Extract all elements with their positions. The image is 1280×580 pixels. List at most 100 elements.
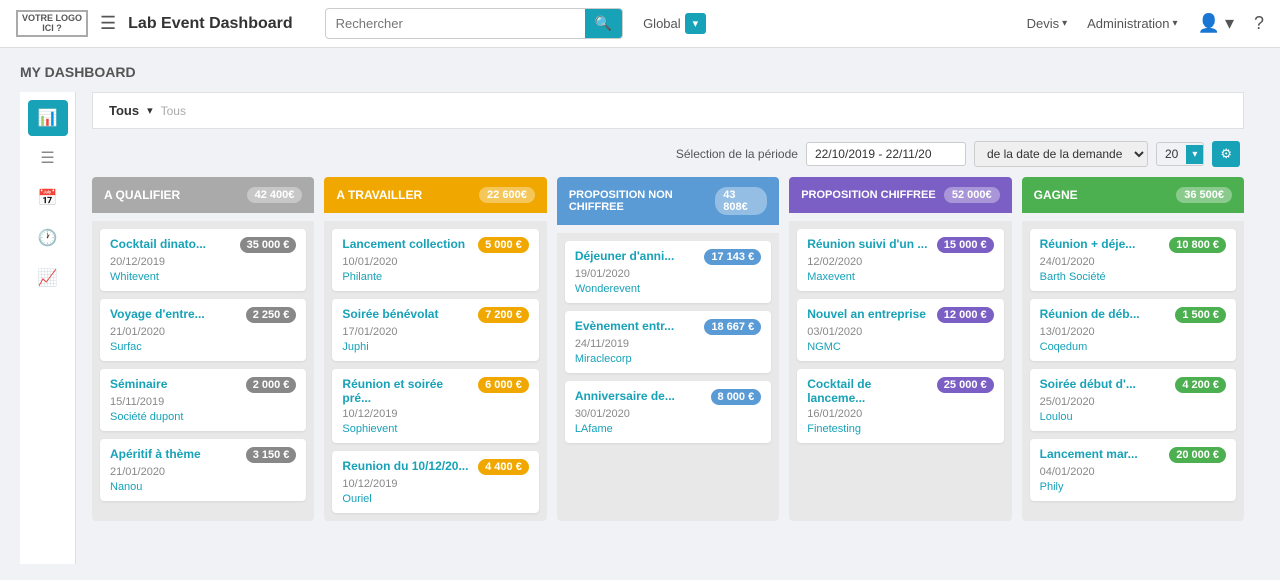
card-amount: 12 000 € — [937, 307, 994, 323]
card-amount: 3 150 € — [246, 447, 297, 463]
col-total-gagne: 36 500€ — [1176, 187, 1232, 203]
card-amount: 2 250 € — [246, 307, 297, 323]
card-date: 20/12/2019 — [110, 256, 296, 268]
card-title[interactable]: Voyage d'entre... — [110, 307, 240, 321]
card-amount: 2 000 € — [246, 377, 297, 393]
card-company[interactable]: Miraclecorp — [575, 353, 761, 365]
card-title[interactable]: Soirée début d'... — [1040, 377, 1170, 391]
card-amount: 18 667 € — [704, 319, 761, 335]
card-title[interactable]: Déjeuner d'anni... — [575, 249, 699, 263]
card-company[interactable]: Société dupont — [110, 411, 296, 423]
card-company[interactable]: Loulou — [1040, 411, 1226, 423]
user-icon[interactable]: 👤 ▾ — [1198, 13, 1234, 34]
card-company[interactable]: Finetesting — [807, 423, 993, 435]
kanban-col-gagne: GAGNE 36 500€ Réunion + déje... 10 800 €… — [1022, 177, 1244, 521]
help-icon[interactable]: ? — [1254, 13, 1264, 34]
card-date: 10/12/2019 — [342, 408, 528, 420]
card-amount: 5 000 € — [478, 237, 529, 253]
card-title[interactable]: Réunion et soirée pré... — [342, 377, 472, 405]
card-date: 24/11/2019 — [575, 338, 761, 350]
card-title[interactable]: Nouvel an entreprise — [807, 307, 931, 321]
card-amount: 10 800 € — [1169, 237, 1226, 253]
card-date: 25/01/2020 — [1040, 396, 1226, 408]
card-date: 19/01/2020 — [575, 268, 761, 280]
main-layout: 📊 ☰ 📅 🕐 📈 Tous ▾ Tous Sélection de la pé… — [20, 92, 1260, 564]
card-company[interactable]: Nanou — [110, 481, 296, 493]
card-company[interactable]: Surfac — [110, 341, 296, 353]
card-amount: 1 500 € — [1175, 307, 1226, 323]
hamburger-icon[interactable]: ☰ — [100, 13, 116, 34]
card-title[interactable]: Séminaire — [110, 377, 240, 391]
card-title[interactable]: Evènement entr... — [575, 319, 699, 333]
card-title[interactable]: Apéritif à thème — [110, 447, 240, 461]
app-title: Lab Event Dashboard — [128, 15, 292, 33]
card-company[interactable]: NGMC — [807, 341, 993, 353]
card-title[interactable]: Anniversaire de... — [575, 389, 705, 403]
card-top: Cocktail de lanceme... 25 000 € — [807, 377, 993, 405]
card-title[interactable]: Lancement mar... — [1040, 447, 1164, 461]
filter-sub-label: Tous — [161, 104, 186, 118]
card-top: Cocktail dinato... 35 000 € — [110, 237, 296, 253]
period-date-input[interactable] — [806, 142, 966, 166]
sidebar-item-menu[interactable]: ☰ — [28, 140, 68, 176]
card-date: 04/01/2020 — [1040, 466, 1226, 478]
filter-active-label: Tous — [109, 103, 139, 118]
card-qualifier-2: Séminaire 2 000 € 15/11/2019 Société dup… — [100, 369, 306, 431]
col-body-non-chiffree: Déjeuner d'anni... 17 143 € 19/01/2020 W… — [557, 233, 779, 521]
card-title[interactable]: Réunion de déb... — [1040, 307, 1170, 321]
period-count-arrow[interactable]: ▾ — [1186, 145, 1203, 164]
card-company[interactable]: Sophievent — [342, 423, 528, 435]
card-top: Réunion + déje... 10 800 € — [1040, 237, 1226, 253]
col-title-qualifier: A QUALIFIER — [104, 188, 180, 202]
nav-administration[interactable]: Administration ▾ — [1087, 16, 1177, 31]
kanban-col-chiffree: PROPOSITION CHIFFREE 52 000€ Réunion sui… — [789, 177, 1011, 521]
card-date: 16/01/2020 — [807, 408, 993, 420]
col-title-travailler: A TRAVAILLER — [336, 188, 422, 202]
sidebar-item-calendar[interactable]: 📅 — [28, 180, 68, 216]
card-company[interactable]: Juphi — [342, 341, 528, 353]
card-top: Soirée début d'... 4 200 € — [1040, 377, 1226, 393]
card-company[interactable]: LAfame — [575, 423, 761, 435]
card-date: 17/01/2020 — [342, 326, 528, 338]
card-title[interactable]: Cocktail de lanceme... — [807, 377, 931, 405]
card-title[interactable]: Soirée bénévolat — [342, 307, 472, 321]
card-company[interactable]: Philante — [342, 271, 528, 283]
card-top: Anniversaire de... 8 000 € — [575, 389, 761, 405]
card-title[interactable]: Lancement collection — [342, 237, 472, 251]
card-date: 13/01/2020 — [1040, 326, 1226, 338]
period-num-wrap: 20 ▾ — [1156, 142, 1204, 166]
col-total-non-chiffree: 43 808€ — [715, 187, 767, 215]
card-company[interactable]: Phily — [1040, 481, 1226, 493]
card-company[interactable]: Coqedum — [1040, 341, 1226, 353]
card-company[interactable]: Wonderevent — [575, 283, 761, 295]
search-button[interactable]: 🔍 — [585, 9, 622, 38]
card-company[interactable]: Whitevent — [110, 271, 296, 283]
admin-caret-icon: ▾ — [1173, 18, 1178, 29]
card-travailler-1: Soirée bénévolat 7 200 € 17/01/2020 Juph… — [332, 299, 538, 361]
card-title[interactable]: Cocktail dinato... — [110, 237, 234, 251]
card-amount: 20 000 € — [1169, 447, 1226, 463]
period-gear-button[interactable]: ⚙ — [1212, 141, 1240, 167]
card-company[interactable]: Barth Société — [1040, 271, 1226, 283]
col-body-travailler: Lancement collection 5 000 € 10/01/2020 … — [324, 221, 546, 521]
card-company[interactable]: Ouriel — [342, 493, 528, 505]
card-chiffree-1: Nouvel an entreprise 12 000 € 03/01/2020… — [797, 299, 1003, 361]
card-title[interactable]: Réunion suivi d'un ... — [807, 237, 931, 251]
period-type-select[interactable]: de la date de la demande — [974, 141, 1148, 167]
card-title[interactable]: Réunion + déje... — [1040, 237, 1164, 251]
sidebar-item-linechart[interactable]: 📈 — [28, 260, 68, 296]
sidebar-item-chart[interactable]: 📊 — [28, 100, 68, 136]
card-date: 30/01/2020 — [575, 408, 761, 420]
card-date: 10/01/2020 — [342, 256, 528, 268]
search-input[interactable] — [326, 10, 585, 37]
card-travailler-2: Réunion et soirée pré... 6 000 € 10/12/2… — [332, 369, 538, 443]
sidebar-item-clock[interactable]: 🕐 — [28, 220, 68, 256]
card-company[interactable]: Maxevent — [807, 271, 993, 283]
filter-caret-icon[interactable]: ▾ — [147, 104, 153, 117]
top-navbar: VOTRE LOGO ICI ? ☰ Lab Event Dashboard 🔍… — [0, 0, 1280, 48]
col-body-qualifier: Cocktail dinato... 35 000 € 20/12/2019 W… — [92, 221, 314, 521]
nav-devis[interactable]: Devis ▾ — [1027, 16, 1068, 31]
card-title[interactable]: Reunion du 10/12/20... — [342, 459, 472, 473]
col-total-qualifier: 42 400€ — [247, 187, 303, 203]
global-dropdown-button[interactable]: ▾ — [685, 13, 707, 34]
